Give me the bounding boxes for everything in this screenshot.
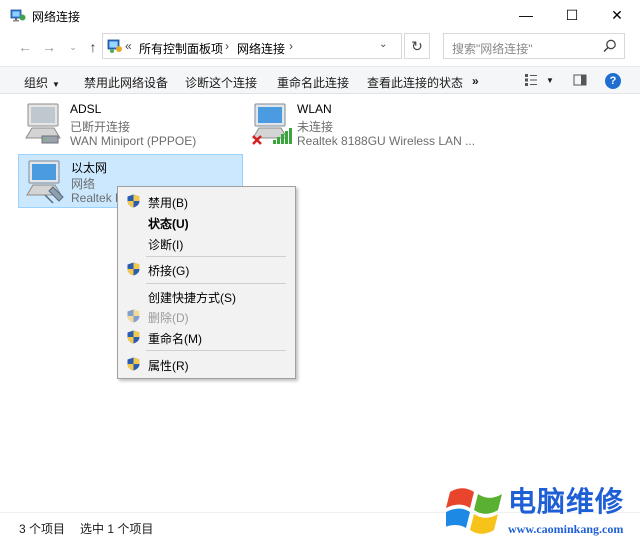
- minimize-button[interactable]: —: [503, 0, 549, 30]
- more-commands-button[interactable]: »: [472, 74, 479, 88]
- connection-status: 已断开连接: [70, 120, 131, 134]
- menu-item-label: 属性(R): [148, 359, 189, 373]
- organize-label: 组织: [24, 76, 49, 90]
- connection-status: 未连接: [297, 120, 334, 134]
- menu-item-label: 桥接(G): [148, 264, 190, 278]
- connection-item-adsl[interactable]: ADSL 已断开连接 WAN Miniport (PPPOE): [18, 98, 218, 150]
- refresh-button[interactable]: ↻: [404, 33, 430, 59]
- connection-name: ADSL: [70, 102, 102, 116]
- selected-count: 选中 1 个项目: [80, 522, 154, 536]
- command-bar: 组织 ▼ 禁用此网络设备 诊断这个连接 重命名此连接 查看此连接的状态 » ▼ ?: [0, 66, 640, 94]
- window-title: 网络连接: [32, 10, 81, 24]
- menu-item-delete: 删除(D): [118, 306, 295, 326]
- address-bar[interactable]: « 所有控制面板项 › 网络连接 › ⌄: [102, 33, 402, 59]
- connection-device: WAN Miniport (PPPOE): [70, 134, 197, 148]
- address-dropdown-icon[interactable]: ⌄: [379, 39, 387, 50]
- preview-pane-icon[interactable]: [573, 73, 587, 87]
- control-panel-icon: [107, 39, 122, 53]
- uac-shield-icon: [127, 194, 140, 208]
- menu-item-label: 创建快捷方式(S): [148, 291, 236, 305]
- menu-item-rename[interactable]: 重命名(M): [118, 327, 295, 347]
- ethernet-computer-icon: [26, 160, 64, 204]
- breadcrumb-separator[interactable]: ›: [289, 39, 293, 53]
- network-folder-icon: [10, 9, 26, 22]
- uac-shield-icon: [127, 309, 140, 323]
- menu-item-properties[interactable]: 属性(R): [118, 354, 295, 374]
- back-button[interactable]: ←: [16, 38, 34, 56]
- change-view-icon[interactable]: [524, 73, 538, 87]
- breadcrumb-separator[interactable]: ›: [225, 39, 229, 53]
- menu-item-status[interactable]: 状态(U): [118, 212, 295, 232]
- menu-item-create-shortcut[interactable]: 创建快捷方式(S): [118, 286, 295, 306]
- menu-item-label: 状态(U): [148, 217, 189, 231]
- menu-item-disable[interactable]: 禁用(B): [118, 191, 295, 211]
- title-bar: 网络连接 — ☐ ✕: [0, 0, 640, 30]
- menu-item-label: 删除(D): [148, 311, 189, 325]
- uac-shield-icon: [127, 357, 140, 371]
- menu-item-bridge[interactable]: 桥接(G): [118, 259, 295, 279]
- menu-separator: [146, 283, 286, 284]
- connection-name: WLAN: [297, 102, 332, 116]
- forward-button[interactable]: →: [40, 38, 58, 56]
- watermark-title: 电脑维修: [508, 485, 625, 518]
- address-overflow[interactable]: «: [125, 39, 132, 53]
- dropdown-arrow-icon: ▼: [52, 80, 60, 89]
- item-count: 3 个项目: [19, 522, 66, 536]
- search-icon[interactable]: [602, 38, 618, 54]
- view-options-dropdown-icon[interactable]: ▼: [546, 76, 554, 85]
- connection-device: Realtek 8188GU Wireless LAN ...: [297, 134, 476, 148]
- maximize-button[interactable]: ☐: [549, 0, 595, 30]
- connection-item-wlan[interactable]: WLAN 未连接 Realtek 8188GU Wireless LAN ...: [245, 98, 485, 150]
- menu-item-label: 诊断(I): [148, 238, 184, 252]
- breadcrumb-network-connections[interactable]: 网络连接: [237, 40, 285, 57]
- menu-item-label: 重命名(M): [148, 332, 202, 346]
- connection-name: 以太网: [71, 161, 108, 175]
- rename-connection-button[interactable]: 重命名此连接: [277, 74, 349, 91]
- search-placeholder: 搜索"网络连接": [452, 42, 533, 56]
- search-input[interactable]: 搜索"网络连接": [443, 33, 625, 59]
- menu-item-label: 禁用(B): [148, 196, 188, 210]
- windows-logo-icon: [446, 488, 502, 534]
- help-icon[interactable]: ?: [605, 73, 621, 89]
- connection-device: Realtek P: [71, 191, 124, 205]
- up-button[interactable]: ↑: [84, 38, 102, 56]
- close-button[interactable]: ✕: [594, 0, 640, 30]
- view-status-button[interactable]: 查看此连接的状态: [367, 74, 463, 91]
- wireless-computer-icon: [252, 103, 292, 145]
- menu-separator: [146, 256, 286, 257]
- connection-status: 网络: [71, 177, 96, 191]
- diagnose-connection-button[interactable]: 诊断这个连接: [185, 74, 257, 91]
- computer-network-icon: [25, 103, 61, 144]
- menu-item-diagnose[interactable]: 诊断(I): [118, 233, 295, 253]
- watermark-url: www.caominkang.com: [508, 522, 624, 536]
- uac-shield-icon: [127, 262, 140, 276]
- uac-shield-icon: [127, 330, 140, 344]
- breadcrumb-control-panel[interactable]: 所有控制面板项: [139, 40, 223, 57]
- organize-menu[interactable]: 组织 ▼: [24, 74, 60, 91]
- context-menu: 禁用(B) 状态(U) 诊断(I) 桥接(G) 创建快捷方式(S) 删除(D) …: [117, 186, 296, 379]
- disable-device-button[interactable]: 禁用此网络设备: [84, 74, 168, 91]
- recent-locations-button[interactable]: ⌄: [64, 38, 82, 56]
- menu-separator: [146, 350, 286, 351]
